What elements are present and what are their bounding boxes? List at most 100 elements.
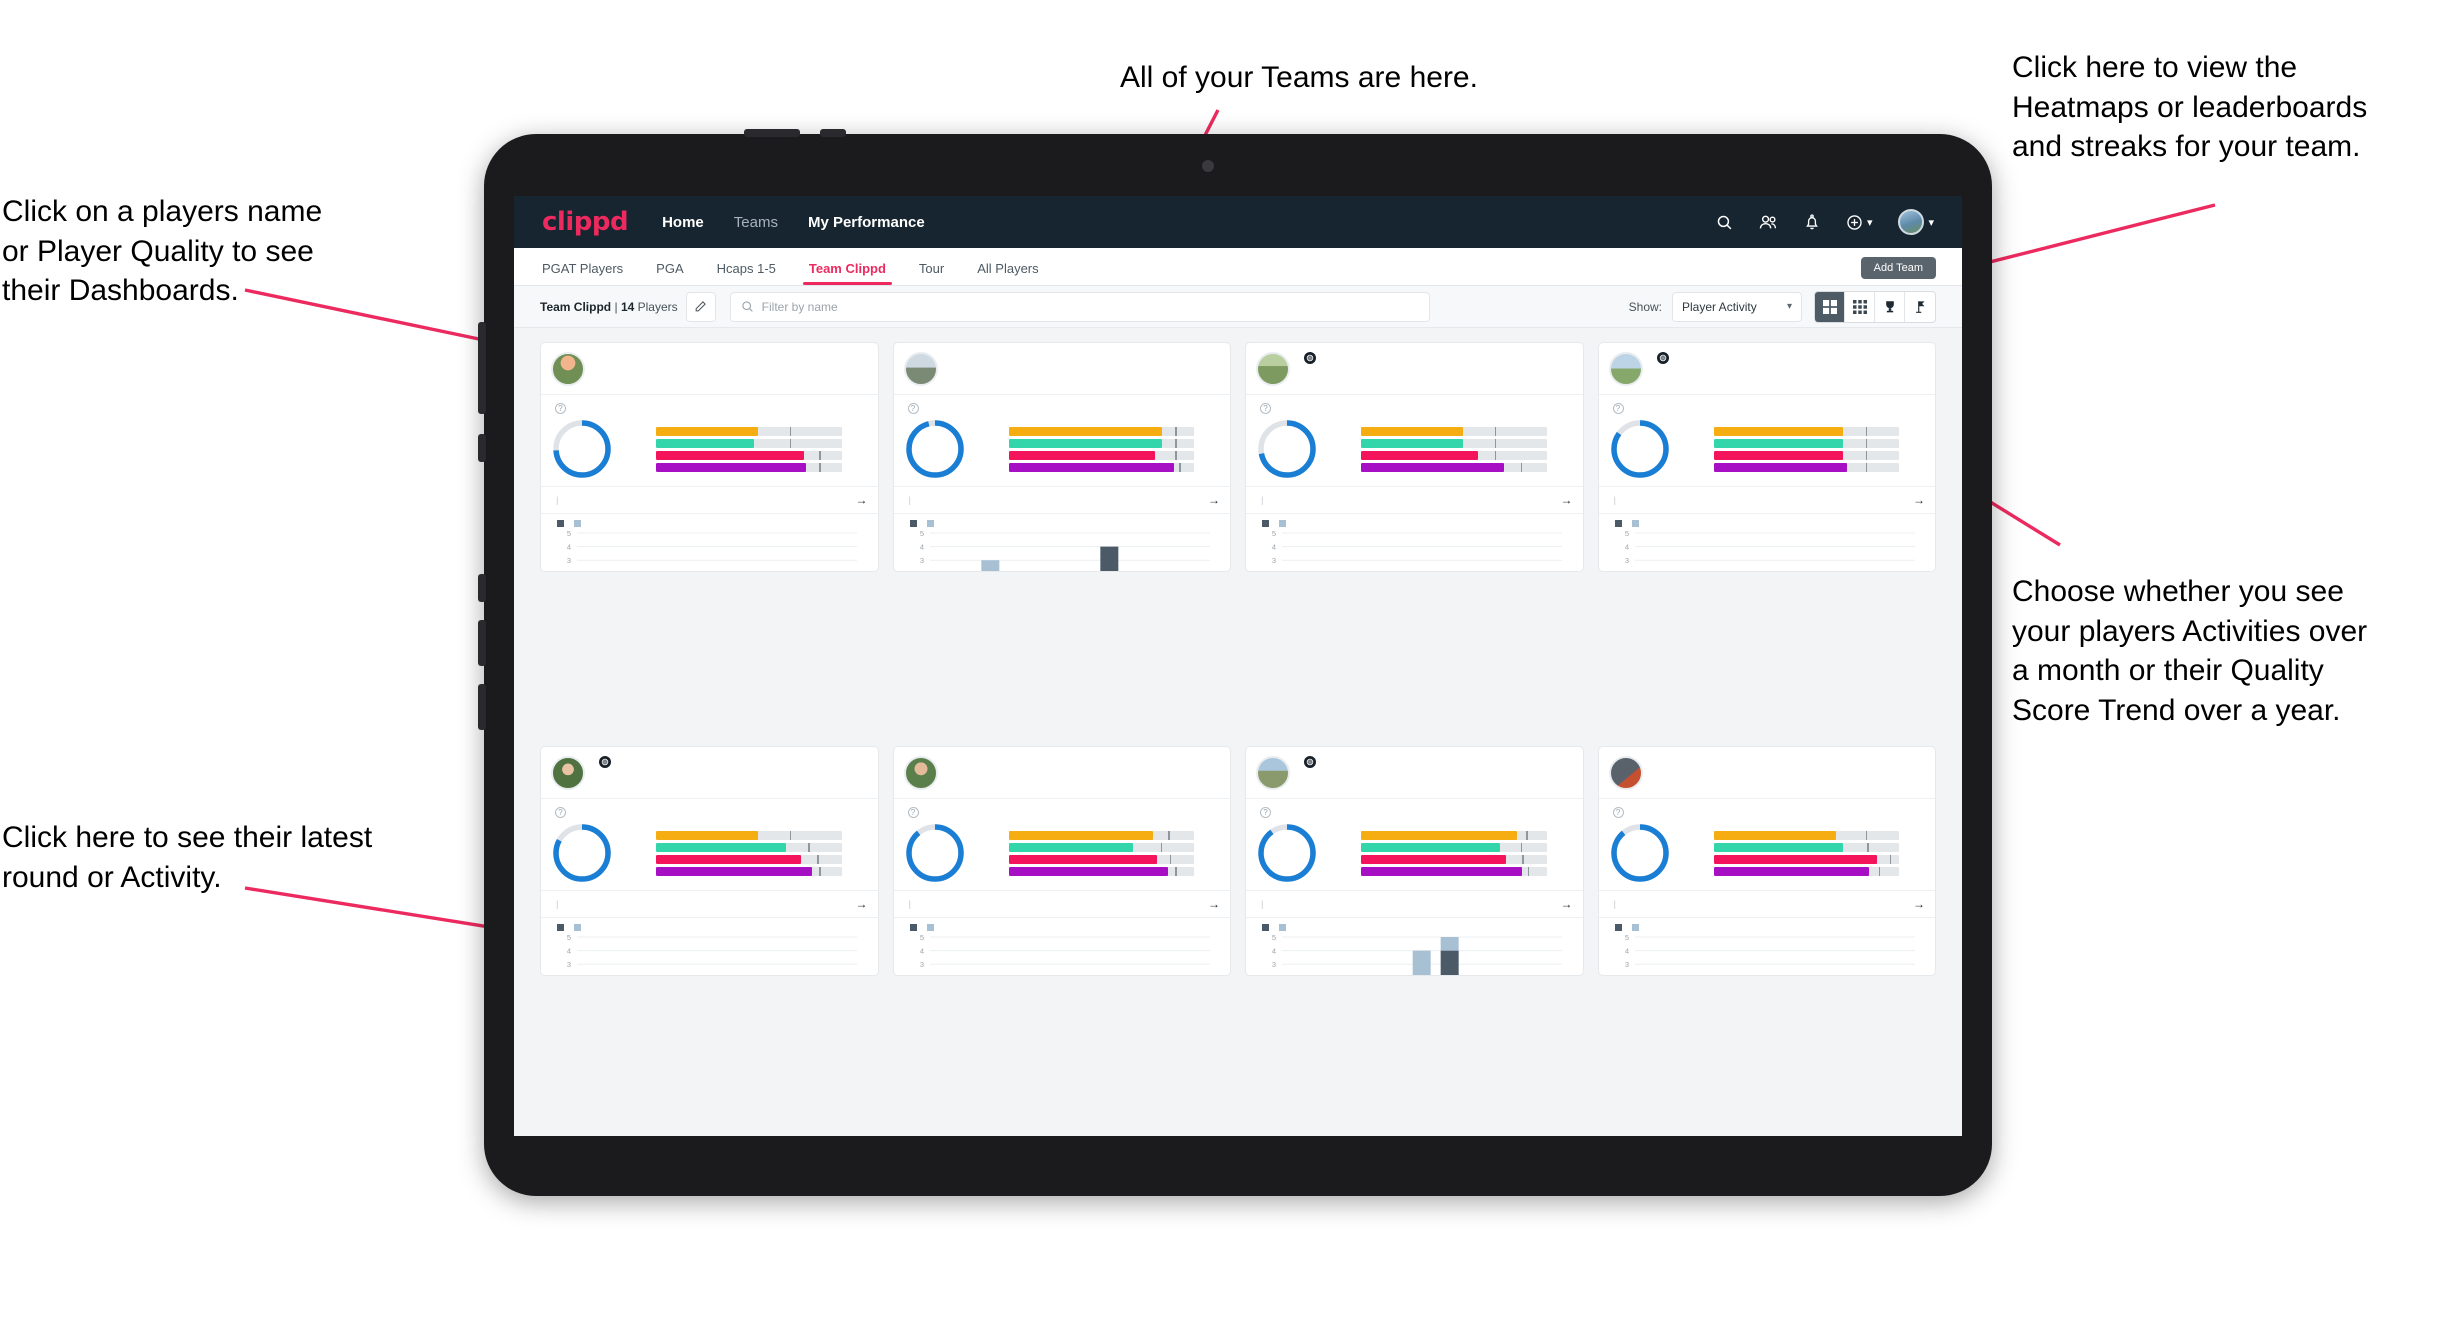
show-select[interactable]: Player Activity ▾ xyxy=(1672,291,1802,322)
arrow-right-icon[interactable]: → xyxy=(856,493,868,507)
help-icon[interactable]: ? xyxy=(555,403,566,414)
help-icon[interactable]: ? xyxy=(1612,807,1624,818)
pencil-icon xyxy=(695,301,706,312)
player-quality-body xyxy=(1599,818,1936,890)
nav-link-teams[interactable]: Teams xyxy=(734,214,778,231)
quality-ring[interactable] xyxy=(551,418,613,480)
latest-round-row[interactable]: | → xyxy=(1598,890,1935,918)
help-icon[interactable]: ? xyxy=(1260,807,1271,818)
help-icon[interactable]: ? xyxy=(1612,403,1624,414)
plus-circle-icon[interactable]: ▾ xyxy=(1846,214,1872,231)
player-header[interactable] xyxy=(1598,343,1935,395)
legend-on-course xyxy=(557,520,568,527)
quality-ring[interactable] xyxy=(1609,822,1671,884)
latest-round-row[interactable]: | → xyxy=(541,890,878,918)
clippd-logo[interactable]: clippd xyxy=(542,207,629,237)
avatar[interactable]: ▾ xyxy=(1898,209,1934,235)
grid-large-icon[interactable] xyxy=(1815,291,1845,322)
player-header[interactable] xyxy=(1598,747,1935,799)
tab-team-clippd[interactable]: Team Clippd xyxy=(802,261,892,285)
latest-round-row[interactable]: | → xyxy=(893,486,1230,514)
search-input[interactable]: Filter by name xyxy=(729,291,1430,322)
metric-row xyxy=(623,438,868,448)
side-button-5[interactable] xyxy=(478,684,486,730)
arrow-right-icon[interactable]: → xyxy=(1208,897,1220,911)
player-avatar xyxy=(903,756,938,790)
tab-tour[interactable]: Tour xyxy=(919,261,944,285)
help-icon[interactable]: ? xyxy=(1260,403,1271,414)
power-button[interactable] xyxy=(820,129,846,137)
quality-ring[interactable] xyxy=(904,822,966,884)
metric-row xyxy=(976,830,1221,840)
metric-row xyxy=(1681,426,1926,436)
arrow-right-icon[interactable]: → xyxy=(856,897,868,911)
side-button-2[interactable] xyxy=(478,434,486,462)
arrow-right-icon[interactable]: → xyxy=(1913,493,1925,507)
latest-round-row[interactable]: | → xyxy=(1598,486,1935,514)
search-icon[interactable] xyxy=(1716,214,1733,231)
player-card[interactable]: ? | → 3 4 5 xyxy=(540,746,879,976)
legend-on-course xyxy=(909,924,921,931)
player-card[interactable]: ? | → 3 4 5 xyxy=(540,342,879,572)
help-icon[interactable]: ? xyxy=(907,403,919,414)
metric-row xyxy=(1328,842,1573,852)
player-header[interactable] xyxy=(1246,747,1583,799)
player-name[interactable] xyxy=(1299,756,1316,768)
grid-small-icon[interactable] xyxy=(1845,291,1875,322)
tab-all-players[interactable]: All Players xyxy=(977,261,1038,285)
player-name[interactable] xyxy=(1299,352,1316,364)
metrics-list xyxy=(1328,830,1573,876)
tab-hcaps-1-5[interactable]: Hcaps 1-5 xyxy=(717,261,776,285)
arrow-right-icon[interactable]: → xyxy=(1561,897,1573,911)
player-header[interactable] xyxy=(1246,343,1583,395)
player-name[interactable] xyxy=(1652,352,1669,364)
trophy-icon[interactable] xyxy=(1875,291,1905,322)
quality-score xyxy=(551,822,613,884)
player-card[interactable]: ? | → 3 4 5 xyxy=(1597,746,1936,976)
player-header[interactable] xyxy=(541,343,878,395)
player-name[interactable] xyxy=(594,756,611,768)
player-card[interactable]: ? | → 3 4 5 xyxy=(892,746,1231,976)
player-header[interactable] xyxy=(541,747,878,799)
latest-round-row[interactable]: | → xyxy=(541,486,878,514)
round-separator: | xyxy=(908,494,911,506)
filter-bar: Team Clippd | 14 Players Filter by name … xyxy=(514,286,1962,328)
arrow-right-icon[interactable]: → xyxy=(1561,493,1573,507)
player-card[interactable]: ? | → 3 4 5 xyxy=(892,342,1231,572)
latest-round-row[interactable]: | → xyxy=(1246,890,1583,918)
nav-link-my-performance[interactable]: My Performance xyxy=(808,214,925,231)
quality-ring[interactable] xyxy=(1256,822,1318,884)
player-header[interactable] xyxy=(893,343,1230,395)
annotation-choose-view: Choose whether you see your players Acti… xyxy=(2012,575,2368,727)
nav-link-home[interactable]: Home xyxy=(662,214,704,231)
edit-team-button[interactable] xyxy=(685,291,716,322)
help-icon[interactable]: ? xyxy=(555,807,566,818)
flag-icon[interactable] xyxy=(1905,292,1935,322)
bell-icon[interactable] xyxy=(1804,213,1820,231)
latest-round-row[interactable]: | → xyxy=(1246,486,1583,514)
quality-ring[interactable] xyxy=(1609,418,1671,480)
player-card[interactable]: ? | → 3 4 5 xyxy=(1597,342,1936,572)
player-card[interactable]: ? | → 3 4 5 xyxy=(1245,342,1584,572)
side-button-3[interactable] xyxy=(478,574,486,602)
player-header[interactable] xyxy=(893,747,1230,799)
player-card[interactable]: ? | → 3 4 5 xyxy=(1245,746,1584,976)
metric-bar xyxy=(1361,842,1547,852)
show-select-value: Player Activity xyxy=(1682,299,1757,314)
side-button-1[interactable] xyxy=(478,322,486,414)
metric-row xyxy=(1328,450,1573,460)
quality-ring[interactable] xyxy=(904,418,966,480)
people-icon[interactable] xyxy=(1759,214,1778,231)
arrow-right-icon[interactable]: → xyxy=(1913,897,1925,911)
quality-ring[interactable] xyxy=(551,822,613,884)
help-icon[interactable]: ? xyxy=(907,807,919,818)
tab-pga[interactable]: PGA xyxy=(656,261,683,285)
side-button-4[interactable] xyxy=(478,620,486,666)
volume-button[interactable] xyxy=(744,129,800,137)
add-team-button[interactable]: Add Team xyxy=(1860,257,1936,279)
tab-pgat-players[interactable]: PGAT Players xyxy=(542,261,623,285)
svg-text:5: 5 xyxy=(919,529,923,538)
latest-round-row[interactable]: | → xyxy=(893,890,1230,918)
quality-ring[interactable] xyxy=(1256,418,1318,480)
arrow-right-icon[interactable]: → xyxy=(1208,493,1220,507)
